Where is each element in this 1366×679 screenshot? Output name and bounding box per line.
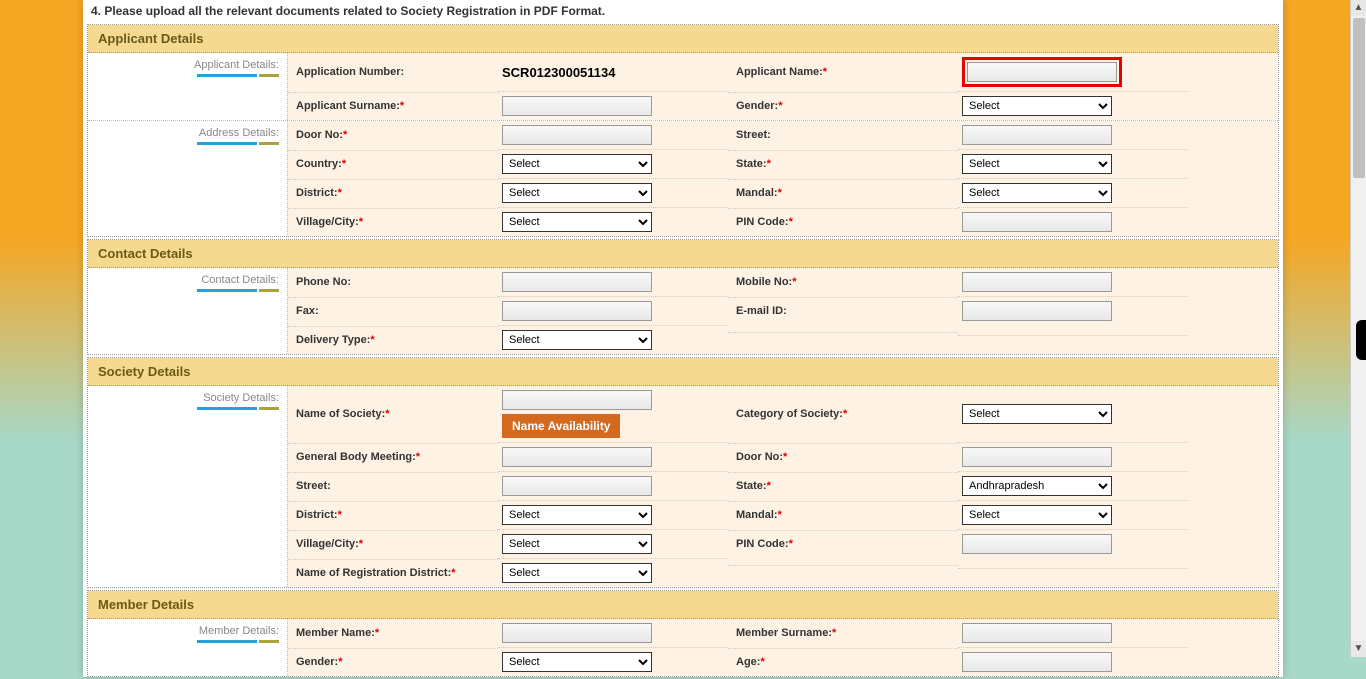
label-email: E-mail ID:	[728, 297, 958, 324]
upload-note: 4. Please upload all the relevant docume…	[83, 0, 1283, 22]
label-state: State:*	[728, 150, 958, 177]
member-section: Member Details Member Details: Member Na…	[87, 590, 1279, 677]
label-soc-street: Street:	[288, 472, 498, 499]
label-soc-door: Door No:*	[728, 443, 958, 470]
input-mem-surname[interactable]	[962, 623, 1112, 643]
select-delivery[interactable]: Select	[502, 330, 652, 350]
side-society: Society Details:	[88, 386, 288, 587]
label-soc-district: District:*	[288, 501, 498, 528]
select-soc-state[interactable]: Andhrapradesh	[962, 476, 1112, 496]
select-soc-category[interactable]: Select	[962, 404, 1112, 424]
input-applicant-name[interactable]	[967, 62, 1117, 82]
society-section: Society Details Society Details: Name of…	[87, 357, 1279, 588]
applicant-header: Applicant Details	[88, 25, 1278, 53]
label-app-number: Application Number:	[288, 59, 498, 85]
label-door: Door No:*	[288, 122, 498, 148]
label-fax: Fax:	[288, 297, 498, 324]
input-mobile[interactable]	[962, 272, 1112, 292]
input-soc-name[interactable]	[502, 390, 652, 410]
side-address-details: Address Details:	[88, 121, 288, 236]
label-delivery: Delivery Type:*	[288, 326, 498, 353]
side-member: Member Details:	[88, 619, 288, 676]
label-soc-state: State:*	[728, 472, 958, 499]
side-applicant-details: Applicant Details:	[88, 53, 288, 120]
contact-header: Contact Details	[88, 240, 1278, 268]
scroll-up-arrow[interactable]: ▲	[1351, 0, 1366, 16]
label-mem-name: Member Name:*	[288, 620, 498, 646]
label-surname: Applicant Surname:*	[288, 92, 498, 119]
label-reg-district: Name of Registration District:*	[288, 559, 498, 586]
select-reg-district[interactable]: Select	[502, 563, 652, 583]
select-soc-mandal[interactable]: Select	[962, 505, 1112, 525]
name-availability-button[interactable]: Name Availability	[502, 414, 620, 438]
label-mem-age: Age:*	[728, 648, 958, 675]
label-gbm: General Body Meeting:*	[288, 443, 498, 470]
select-village[interactable]: Select	[502, 212, 652, 232]
contact-section: Contact Details Contact Details: Phone N…	[87, 239, 1279, 355]
input-street[interactable]	[962, 125, 1112, 145]
label-soc-mandal: Mandal:*	[728, 501, 958, 528]
select-state[interactable]: Select	[962, 154, 1112, 174]
input-pin[interactable]	[962, 212, 1112, 232]
label-soc-village: Village/City:*	[288, 530, 498, 557]
label-soc-category: Category of Society:*	[728, 401, 958, 427]
input-soc-pin[interactable]	[962, 534, 1112, 554]
member-header: Member Details	[88, 591, 1278, 619]
select-soc-district[interactable]: Select	[502, 505, 652, 525]
society-header: Society Details	[88, 358, 1278, 386]
label-pin: PIN Code:*	[728, 208, 958, 235]
input-fax[interactable]	[502, 301, 652, 321]
select-mandal[interactable]: Select	[962, 183, 1112, 203]
label-soc-pin: PIN Code:*	[728, 530, 958, 557]
label-district: District:*	[288, 179, 498, 206]
select-mem-gender[interactable]: Select	[502, 652, 652, 672]
side-contact: Contact Details:	[88, 268, 288, 354]
label-phone: Phone No:	[288, 269, 498, 295]
select-district[interactable]: Select	[502, 183, 652, 203]
label-street: Street:	[728, 122, 958, 148]
input-phone[interactable]	[502, 272, 652, 292]
label-mandal: Mandal:*	[728, 179, 958, 206]
input-mem-name[interactable]	[502, 623, 652, 643]
value-app-number: SCR012300051134	[498, 58, 728, 87]
label-mobile: Mobile No:*	[728, 269, 958, 295]
scroll-down-arrow[interactable]: ▼	[1351, 641, 1366, 657]
input-soc-street[interactable]	[502, 476, 652, 496]
input-email[interactable]	[962, 301, 1112, 321]
highlight-applicant-name	[962, 57, 1122, 87]
scroll-thumb[interactable]	[1353, 18, 1365, 178]
input-mem-age[interactable]	[962, 652, 1112, 672]
input-soc-door[interactable]	[962, 447, 1112, 467]
select-country[interactable]: Select	[502, 154, 652, 174]
label-village: Village/City:*	[288, 208, 498, 235]
select-gender[interactable]: Select	[962, 96, 1112, 116]
label-mem-surname: Member Surname:*	[728, 620, 958, 646]
label-soc-name: Name of Society:*	[288, 401, 498, 427]
side-tab[interactable]	[1356, 320, 1366, 360]
input-surname[interactable]	[502, 96, 652, 116]
label-mem-gender: Gender:*	[288, 648, 498, 675]
label-gender: Gender:*	[728, 92, 958, 119]
applicant-section: Applicant Details Applicant Details: App…	[87, 24, 1279, 237]
input-door[interactable]	[502, 125, 652, 145]
label-country: Country:*	[288, 150, 498, 177]
label-applicant-name: Applicant Name:*	[728, 59, 958, 85]
select-soc-village[interactable]: Select	[502, 534, 652, 554]
input-gbm[interactable]	[502, 447, 652, 467]
